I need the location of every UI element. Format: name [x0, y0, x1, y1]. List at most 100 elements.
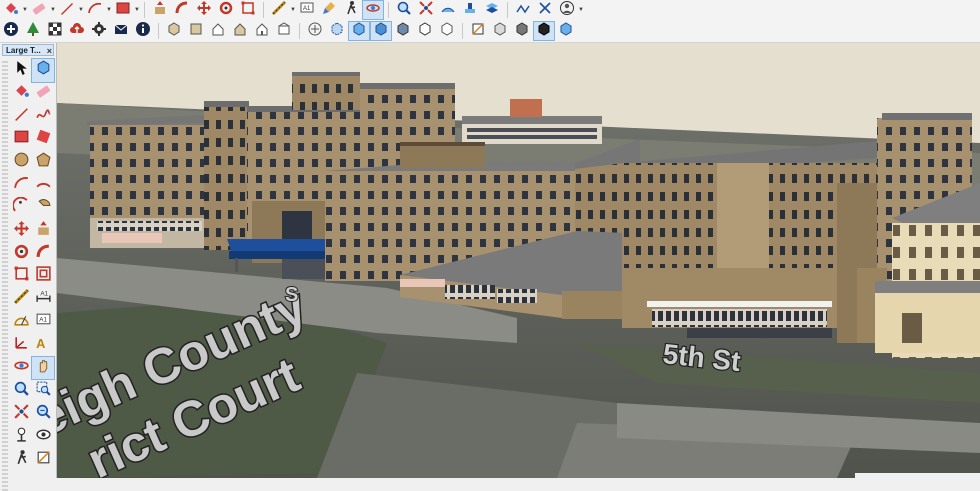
arc-button[interactable]: [85, 1, 105, 19]
zoom-extents-button[interactable]: [416, 0, 436, 19]
chevron-down-icon[interactable]: ▼: [134, 1, 140, 19]
tray-tool-zoom-extents[interactable]: [10, 402, 32, 425]
section-fill-button[interactable]: [512, 21, 532, 40]
push-pull-button[interactable]: [150, 0, 170, 19]
top-view-button[interactable]: [186, 22, 206, 40]
scene-canvas[interactable]: eigh County rict Court 5th St S: [57, 43, 980, 478]
cloud-upload-button[interactable]: [67, 22, 87, 40]
chevron-down-icon[interactable]: ▼: [50, 1, 56, 19]
paint-bucket-button[interactable]: [1, 1, 21, 19]
tray-tool-rectangle[interactable]: [10, 128, 32, 151]
checkerboard-button[interactable]: [45, 22, 65, 40]
tray-tool-walk[interactable]: [10, 448, 32, 471]
sandbox-smoove-button[interactable]: [438, 1, 458, 19]
tray-tool-push-pull[interactable]: [32, 219, 54, 242]
info-button[interactable]: [133, 21, 153, 40]
tray-tool-polygon[interactable]: [32, 151, 54, 174]
extensions-gear-button[interactable]: [89, 21, 109, 40]
tray-tool-orbit[interactable]: [10, 357, 32, 380]
tray-close-button[interactable]: ×: [47, 45, 52, 55]
tray-tool-move[interactable]: [10, 219, 32, 242]
two-point-arc-icon: [35, 174, 52, 196]
back-view-button[interactable]: [252, 22, 272, 40]
chevron-down-icon[interactable]: ▼: [22, 1, 28, 19]
tray-tool-circle[interactable]: [10, 151, 32, 174]
shaded-button[interactable]: [393, 21, 413, 40]
iso-view-button[interactable]: [164, 21, 184, 40]
tray-tool-dimension[interactable]: A1: [32, 288, 54, 311]
tray-tool-paint-bucket[interactable]: [10, 82, 32, 105]
front-view-button[interactable]: [208, 22, 228, 40]
orbit-button[interactable]: [362, 0, 384, 20]
shaded-textures-button[interactable]: [415, 21, 435, 40]
tray-tool-arc[interactable]: [10, 173, 32, 196]
tree-button[interactable]: [23, 21, 43, 40]
tray-title-bar[interactable]: Large T... ×: [2, 44, 54, 56]
tray-tool-zoom-window[interactable]: [32, 379, 54, 402]
rectangle-button[interactable]: [113, 1, 133, 19]
tray-tool-scale[interactable]: [10, 265, 32, 288]
pencil-line-button[interactable]: [57, 1, 77, 19]
monochrome-button[interactable]: [437, 21, 457, 40]
rotate-button[interactable]: [216, 1, 236, 19]
chevron-down-icon[interactable]: ▼: [578, 1, 584, 19]
back-edges-button[interactable]: [327, 21, 347, 40]
tray-tool-follow-me[interactable]: [32, 242, 54, 265]
tray-tool-previous-view[interactable]: [32, 402, 54, 425]
tray-tool-protractor[interactable]: [10, 311, 32, 334]
tray-tool-pie[interactable]: [32, 196, 54, 219]
add-location-button[interactable]: [1, 21, 21, 40]
offset-icon: [35, 265, 52, 287]
shadow-toggle-button[interactable]: [556, 21, 576, 40]
tray-tool-position-camera[interactable]: [10, 425, 32, 448]
stamp-button[interactable]: [460, 1, 480, 19]
eraser-button[interactable]: [29, 1, 49, 19]
xray-button[interactable]: [305, 22, 325, 40]
tray-tool-two-point-arc[interactable]: [32, 173, 54, 196]
hidden-line-button[interactable]: [370, 21, 392, 41]
model-viewport[interactable]: eigh County rict Court 5th St S: [57, 43, 980, 478]
user-account-button[interactable]: [557, 0, 577, 19]
tray-tool-text[interactable]: A1: [32, 311, 54, 334]
tray-tool-eraser[interactable]: [32, 82, 54, 105]
display-sections-button[interactable]: [533, 21, 555, 41]
tray-tool-look-around[interactable]: [32, 425, 54, 448]
tray-tool-offset[interactable]: [32, 265, 54, 288]
paint-brush-button[interactable]: [319, 1, 339, 19]
tray-tool-tape-measure[interactable]: [10, 288, 32, 311]
left-view-button[interactable]: [274, 21, 294, 40]
text-label-button[interactable]: A1: [297, 1, 317, 19]
mail-button[interactable]: [111, 22, 131, 40]
chevron-down-icon[interactable]: ▼: [106, 1, 112, 19]
wireframe-button[interactable]: [348, 21, 370, 41]
move-button[interactable]: [194, 0, 214, 19]
tray-tool-zoom[interactable]: [10, 379, 32, 402]
chevron-down-icon[interactable]: ▼: [78, 1, 84, 19]
tray-tool-freehand[interactable]: [32, 105, 54, 128]
tray-grip-handle[interactable]: [2, 61, 8, 491]
section-cut-button[interactable]: [490, 21, 510, 40]
tray-tool-make-component[interactable]: [31, 58, 55, 83]
zoom-button[interactable]: [394, 1, 414, 19]
tray-tool-rotated-rectangle[interactable]: [32, 128, 54, 151]
large-tool-set-tray: Large T... × A1 A1 A: [0, 43, 57, 491]
tray-tool-select-arrow[interactable]: [10, 59, 32, 82]
walk-button[interactable]: [341, 0, 361, 19]
tray-tool-section-plane[interactable]: [32, 448, 54, 471]
tray-tool-line-pencil[interactable]: [10, 105, 32, 128]
tray-tool-three-point-arc[interactable]: [10, 196, 32, 219]
chevron-down-icon[interactable]: ▼: [290, 1, 296, 19]
tray-tool-rotate[interactable]: [10, 242, 32, 265]
tray-tool-axes[interactable]: [10, 334, 32, 357]
follow-me-button[interactable]: [172, 1, 192, 19]
tape-measure-button[interactable]: [269, 0, 289, 19]
section-plane-button[interactable]: [468, 22, 488, 40]
far-building-roof: [462, 116, 602, 124]
flip-edge-button[interactable]: [535, 1, 555, 19]
tray-tool-3d-text[interactable]: A: [32, 334, 54, 357]
right-view-button[interactable]: [230, 22, 250, 40]
add-detail-button[interactable]: [513, 1, 533, 19]
scale-button[interactable]: [238, 1, 258, 19]
tray-tool-pan-hand[interactable]: [31, 355, 55, 381]
drape-button[interactable]: [482, 1, 502, 19]
